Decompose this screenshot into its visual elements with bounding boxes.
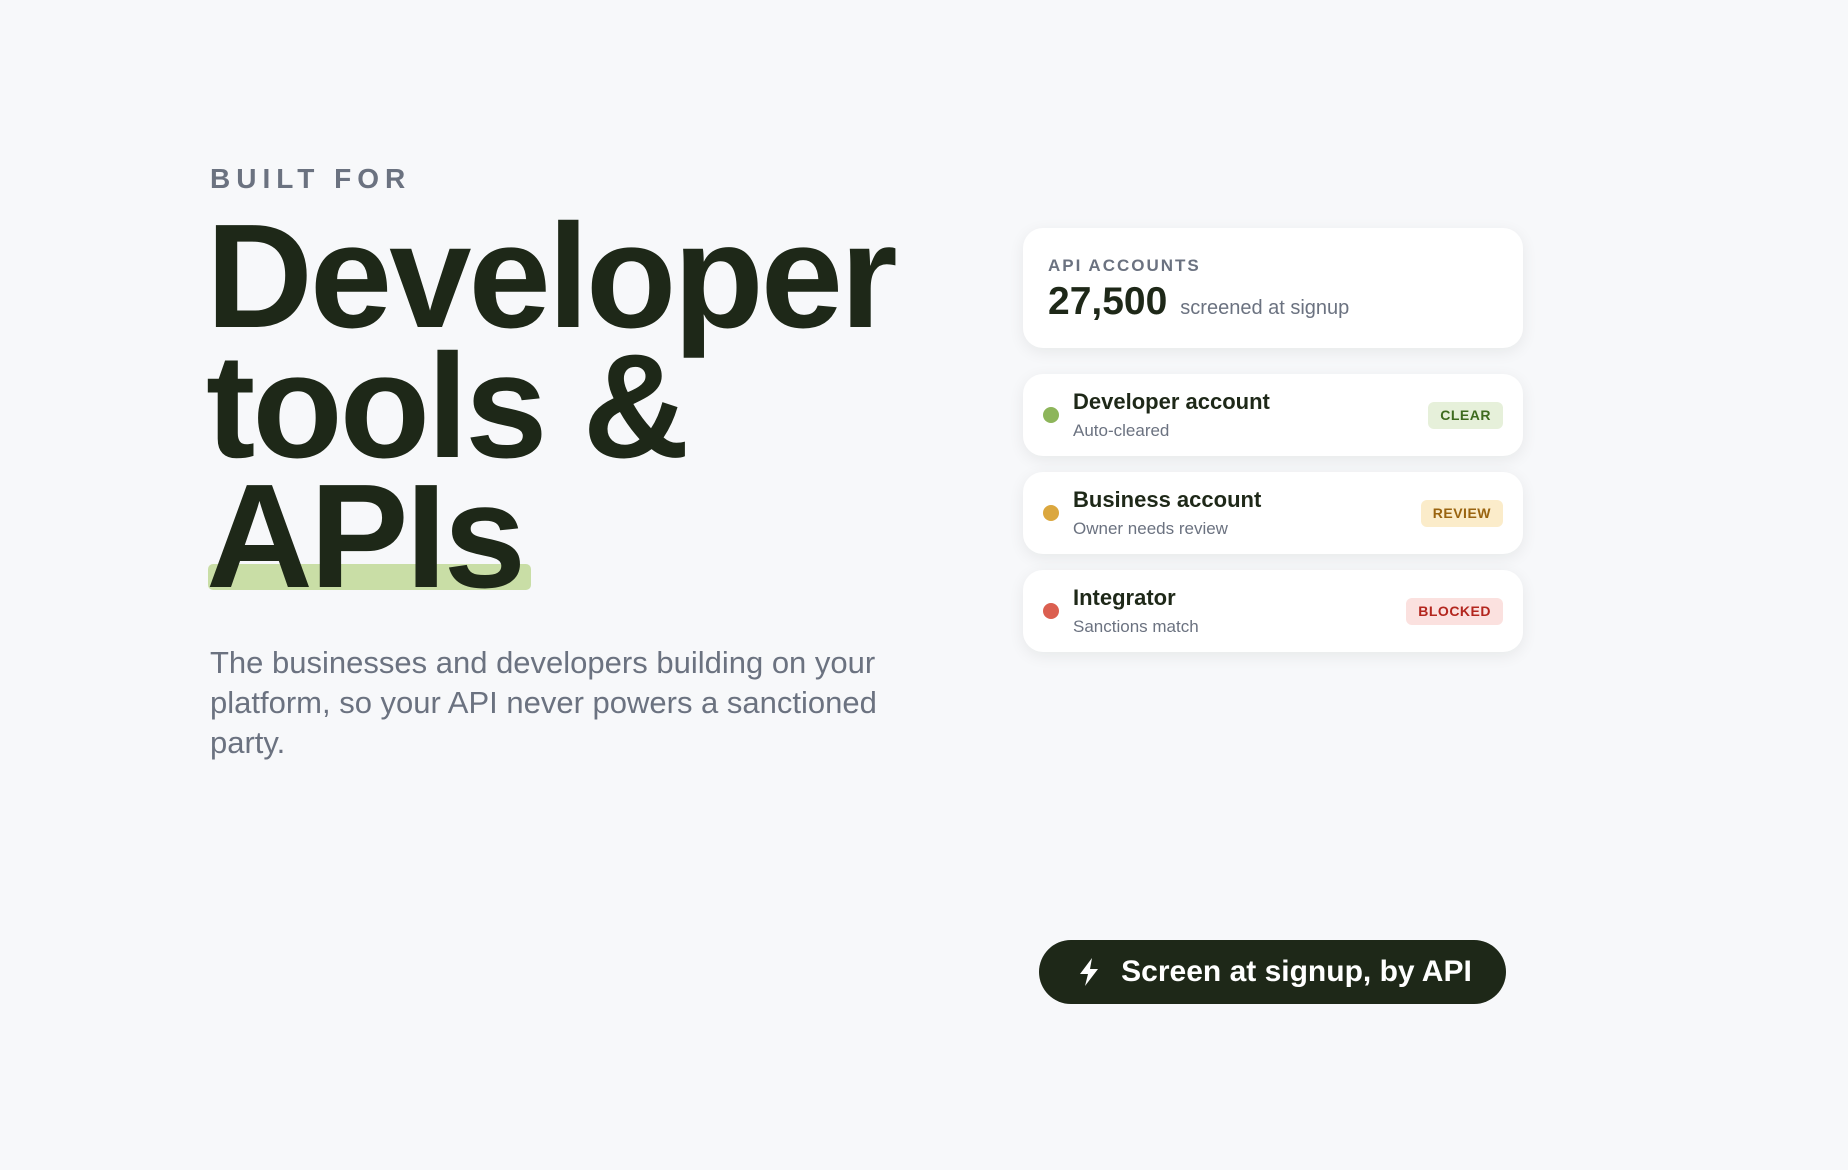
stats-card: API ACCOUNTS 27,500 screened at signup — [1023, 228, 1523, 348]
account-status-text: Sanctions match — [1073, 617, 1199, 636]
status-badge: REVIEW — [1420, 500, 1503, 527]
screen-at-signup-button[interactable]: Screen at signup, by API — [1039, 940, 1506, 1004]
status-dot — [1043, 603, 1059, 619]
account-status-text: Auto-cleared — [1073, 421, 1170, 440]
status-badge: CLEAR — [1428, 402, 1503, 429]
account-title: Developer account — [1073, 389, 1270, 414]
account-row-business: Business account Owner needs review REVI… — [1023, 472, 1523, 554]
lightning-bolt-icon — [1077, 957, 1101, 987]
stats-number: 27,500 — [1048, 280, 1168, 323]
stats-row: 27,500 screened at signup — [1048, 280, 1349, 324]
headline-highlight: APIs — [206, 463, 532, 611]
status-dot — [1043, 407, 1059, 423]
cta-label: Screen at signup, by API — [1121, 955, 1472, 988]
hero-headline: Developer tools & APIs — [206, 194, 898, 611]
headline-line-2: tools & — [206, 324, 690, 489]
stats-caption: screened at signup — [1180, 297, 1350, 319]
headline-highlight-text: APIs — [206, 454, 526, 619]
headline-line-1: Developer — [206, 194, 898, 359]
account-title: Business account — [1073, 487, 1262, 512]
status-badge: BLOCKED — [1406, 598, 1503, 625]
account-status-text: Owner needs review — [1073, 519, 1228, 538]
headline-line-3: APIs — [206, 463, 895, 611]
account-row-developer: Developer account Auto-cleared CLEAR — [1023, 374, 1523, 456]
hero-subhead: The businesses and developers building o… — [210, 645, 877, 760]
account-row-integrator: Integrator Sanctions match BLOCKED — [1023, 570, 1523, 652]
account-title: Integrator — [1073, 585, 1176, 610]
hero-eyebrow: BUILT FOR — [210, 163, 412, 194]
status-dot — [1043, 505, 1059, 521]
stats-label: API ACCOUNTS — [1048, 256, 1201, 275]
